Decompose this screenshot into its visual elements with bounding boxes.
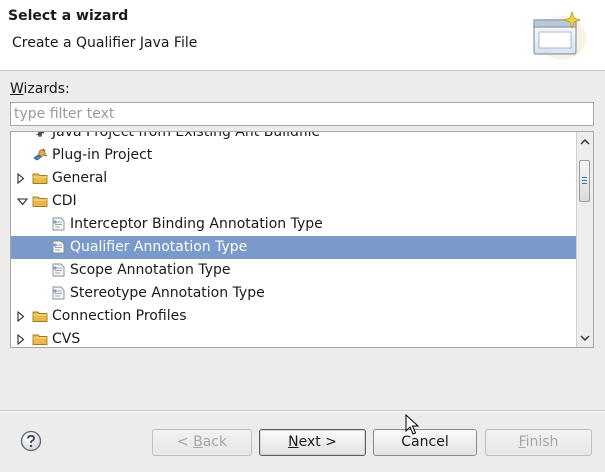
- folder-icon: [32, 170, 48, 186]
- tree-items: Java Project from Existing Ant Buildfile…: [11, 132, 577, 347]
- finish-button[interactable]: Finish: [485, 429, 592, 456]
- tree-expanded-arrow-icon[interactable]: [15, 190, 28, 213]
- folder-icon: [32, 193, 48, 209]
- tree-item[interactable]: Stereotype Annotation Type: [11, 282, 577, 305]
- wizard-banner: Select a wizard Create a Qualifier Java …: [0, 0, 605, 71]
- next-button[interactable]: Next >: [259, 429, 366, 456]
- back-button[interactable]: < Back: [152, 429, 252, 456]
- tree-viewport: Java Project from Existing Ant Buildfile…: [11, 132, 577, 347]
- tree-item-label: Qualifier Annotation Type: [70, 239, 248, 255]
- mouse-cursor-icon: [405, 414, 419, 435]
- help-icon[interactable]: [20, 430, 42, 452]
- ant-icon: [32, 132, 48, 140]
- scroll-down-arrow-icon[interactable]: [578, 331, 592, 345]
- folder-icon: [32, 308, 48, 324]
- tree-item[interactable]: Connection Profiles: [11, 305, 577, 328]
- tree-item-label: General: [52, 170, 108, 186]
- tree-item[interactable]: General: [11, 167, 577, 190]
- cancel-button[interactable]: Cancel: [373, 429, 477, 456]
- tree-item-label: CVS: [52, 331, 81, 347]
- scrollbar-thumb[interactable]: [579, 160, 590, 202]
- wizard-window-sparkle-icon: [533, 10, 586, 60]
- scroll-up-arrow-icon[interactable]: [578, 135, 592, 149]
- tree-item-label: Connection Profiles: [52, 308, 187, 324]
- wizard-filter-input[interactable]: [10, 102, 594, 126]
- folder-icon: [32, 331, 48, 347]
- tree-item[interactable]: Interceptor Binding Annotation Type: [11, 213, 577, 236]
- banner-description: Create a Qualifier Java File: [12, 35, 198, 51]
- annotation-file-icon: [50, 262, 66, 278]
- tree-item[interactable]: Scope Annotation Type: [11, 259, 577, 282]
- tree-item[interactable]: Plug-in Project: [11, 144, 577, 167]
- tree-item[interactable]: CVS: [11, 328, 577, 347]
- vertical-scrollbar[interactable]: [576, 132, 593, 347]
- tree-item-label: Interceptor Binding Annotation Type: [70, 216, 323, 232]
- annotation-file-icon: [50, 239, 66, 255]
- annotation-file-icon: [50, 285, 66, 301]
- annotation-file-icon: [50, 216, 66, 232]
- tree-item[interactable]: Qualifier Annotation Type: [11, 236, 577, 259]
- plugin-project-icon: [32, 147, 48, 163]
- tree-item-label: CDI: [52, 193, 77, 209]
- tree-item-label: Plug-in Project: [52, 147, 153, 163]
- wizards-label: Wizards:: [10, 81, 70, 97]
- tree-collapsed-arrow-icon[interactable]: [15, 305, 27, 328]
- tree-item[interactable]: CDI: [11, 190, 577, 213]
- tree-collapsed-arrow-icon[interactable]: [15, 167, 27, 190]
- banner-title: Select a wizard: [8, 8, 129, 24]
- tree-item-label: Scope Annotation Type: [70, 262, 231, 278]
- wizard-tree[interactable]: Java Project from Existing Ant Buildfile…: [10, 131, 594, 348]
- tree-item-label: Java Project from Existing Ant Buildfile: [52, 132, 321, 140]
- tree-item[interactable]: Java Project from Existing Ant Buildfile: [11, 132, 577, 144]
- tree-item-label: Stereotype Annotation Type: [70, 285, 265, 301]
- tree-collapsed-arrow-icon[interactable]: [15, 328, 27, 347]
